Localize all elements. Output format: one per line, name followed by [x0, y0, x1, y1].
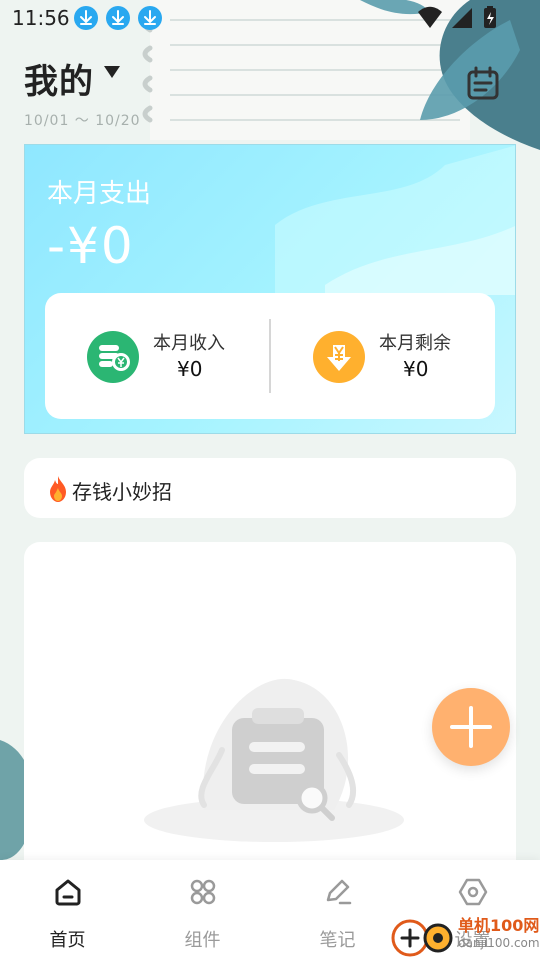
nav-home[interactable]: 首页 — [0, 860, 135, 960]
dropdown-caret-icon[interactable] — [104, 66, 120, 78]
nav-notes-label: 笔记 — [319, 930, 356, 951]
nav-home-label: 首页 — [49, 930, 86, 951]
saving-tips-card[interactable]: 存钱小妙招 — [24, 458, 516, 518]
download-notification-icon — [138, 6, 162, 30]
home-icon — [55, 879, 80, 906]
status-bar: 11:56 — [0, 0, 540, 36]
system-status-icons — [418, 6, 496, 28]
income-label: 本月收入 — [153, 333, 225, 354]
account-title[interactable]: 我的 — [24, 54, 94, 103]
income-remain-panel: 本月收入 ¥0 本月剩余 ¥0 — [45, 293, 495, 419]
plus-icon — [450, 706, 492, 748]
month-expense-label: 本月支出 — [47, 179, 152, 209]
calendar-icon[interactable] — [466, 66, 500, 100]
status-time: 11:56 — [12, 6, 70, 30]
settings-icon — [458, 878, 487, 906]
empty-state-illustration — [144, 678, 404, 842]
date-range: 10/01 ～ 10/20 — [24, 113, 141, 129]
nav-notes[interactable]: 笔记 — [270, 860, 405, 960]
watermark-url: danji100.com — [458, 936, 540, 950]
month-expense-amount: -¥0 — [47, 217, 135, 275]
remain-label: 本月剩余 — [379, 333, 451, 354]
signal-icon — [452, 8, 472, 28]
fire-icon — [50, 476, 66, 502]
download-notification-icon — [74, 6, 98, 30]
nav-widgets-label: 组件 — [184, 930, 221, 951]
monthly-summary-card[interactable]: 本月支出 -¥0 本月收入 ¥0 本月剩余 ¥0 — [24, 144, 516, 434]
income-value: ¥0 — [177, 357, 203, 381]
saving-tips-label: 存钱小妙招 — [72, 480, 172, 504]
add-record-button[interactable] — [432, 688, 510, 766]
remain-yen-icon — [313, 331, 365, 383]
income-coins-icon — [87, 331, 139, 383]
remain-value: ¥0 — [403, 357, 429, 381]
download-notification-icon — [106, 6, 130, 30]
nav-widgets[interactable]: 组件 — [135, 860, 270, 960]
wifi-icon — [418, 6, 442, 28]
panel-divider — [269, 319, 271, 393]
watermark-title: 单机100网 — [458, 916, 540, 935]
grid-icon — [190, 879, 215, 905]
edit-icon — [326, 879, 351, 905]
